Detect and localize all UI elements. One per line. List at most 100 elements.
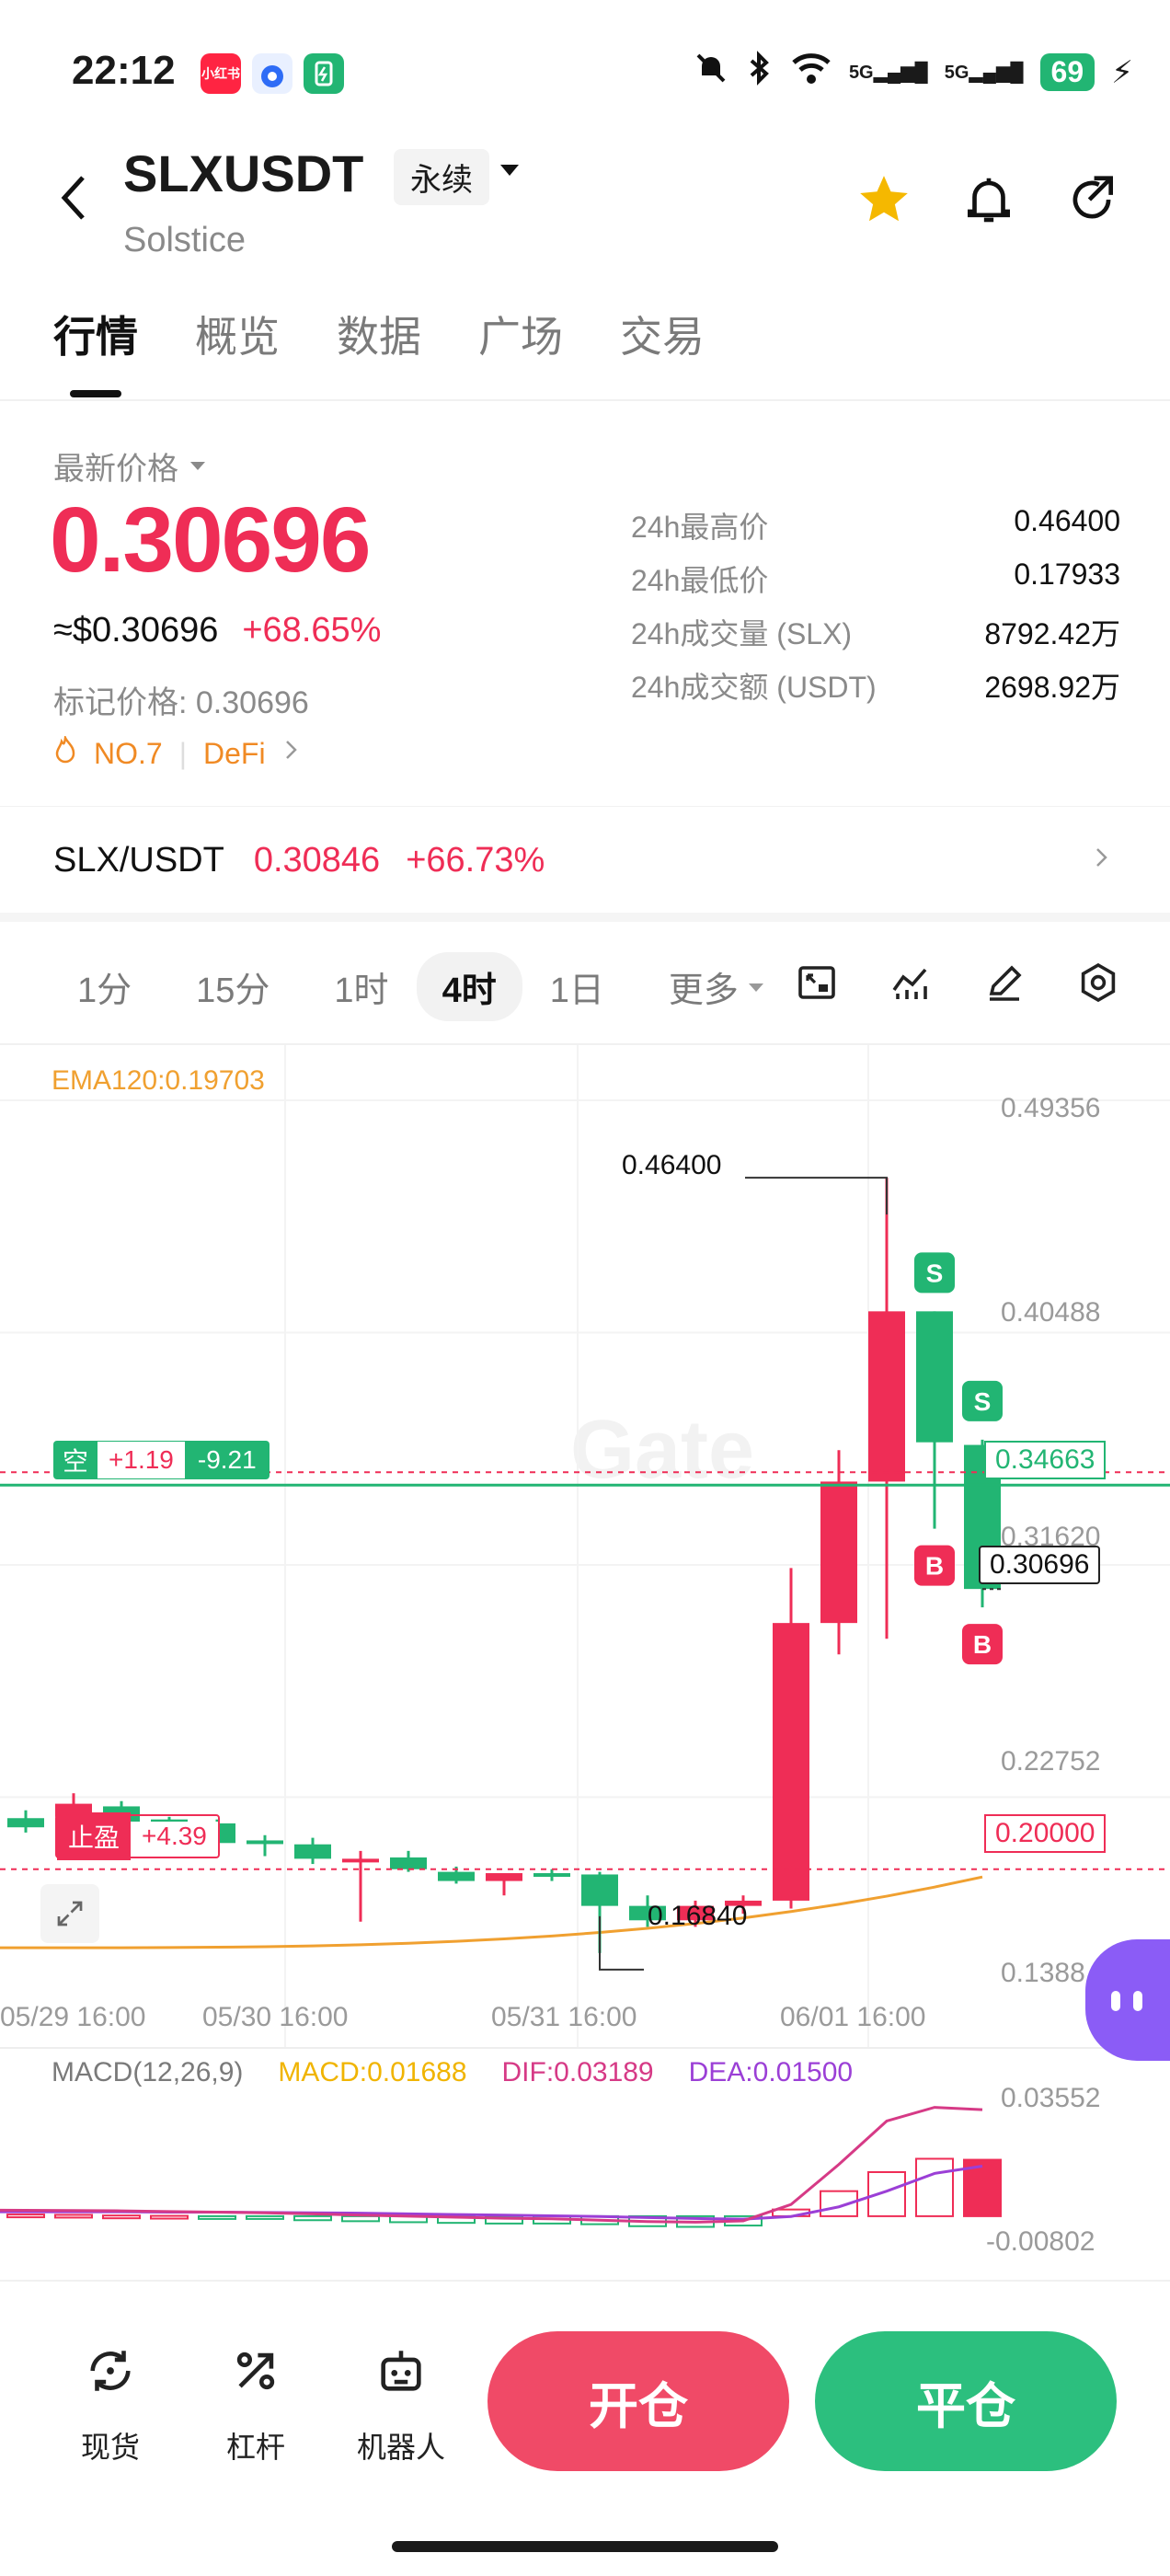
fire-icon — [53, 733, 77, 771]
candle-body — [7, 1818, 44, 1828]
x-tick-label: 05/29 16:00 — [0, 2002, 146, 2032]
marker-label: S — [974, 1387, 992, 1416]
marker-label: B — [925, 1552, 944, 1581]
macd-bar — [915, 2157, 954, 2217]
charging-icon: ⚡ — [1111, 54, 1133, 90]
expand-icon[interactable] — [40, 1884, 99, 1943]
latest-price-selector[interactable]: 最新价格 — [53, 443, 208, 489]
candle-body — [342, 1858, 379, 1863]
last-price-tag: 0.30696 — [979, 1546, 1101, 1584]
chart-mode-icon[interactable] — [795, 960, 839, 1015]
share-icon[interactable] — [1063, 171, 1120, 242]
timeframe-1d[interactable]: 1日 — [550, 952, 604, 1021]
dea-value: DEA:0.01500 — [688, 2057, 854, 2087]
timeframe-1h[interactable]: 1时 — [297, 952, 388, 1021]
candle-body — [868, 1311, 905, 1482]
back-icon[interactable] — [55, 170, 92, 238]
timeframe-1m[interactable]: 1分 — [50, 952, 132, 1021]
ema-indicator-label: EMA120:0.19703 — [52, 1065, 265, 1096]
macd-bar — [341, 2214, 380, 2223]
short-position-label[interactable]: 空 +1.19 -9.21 — [53, 1441, 270, 1479]
position-side: 空 — [63, 1447, 89, 1476]
macd-value: MACD:0.01688 — [278, 2057, 467, 2087]
tab-market[interactable]: 行情 — [53, 304, 138, 364]
ema-line — [0, 1875, 983, 1949]
x-tick-label: 06/01 16:00 — [780, 2002, 926, 2032]
home-indicator[interactable] — [392, 2541, 778, 2552]
macd-bar — [6, 2214, 45, 2219]
tab-indicator — [70, 390, 121, 397]
divider — [0, 806, 1170, 807]
candle-body — [247, 1840, 283, 1845]
battery-level: 69 — [1039, 53, 1095, 91]
x-tick-label: 05/30 16:00 — [202, 2002, 349, 2032]
indicator-icon[interactable] — [889, 960, 933, 1015]
candlestick-chart[interactable]: Gate S B S B — [0, 1045, 1170, 2282]
stat-high: 24h最高价 0.46400 — [631, 504, 1120, 544]
rank-tag[interactable]: NO.7 — [94, 737, 163, 771]
open-position-button[interactable]: 开仓 — [488, 2331, 789, 2471]
chevron-down-icon — [188, 448, 208, 484]
y-tick-label: 0.40488 — [1001, 1297, 1101, 1328]
position-pnl-pct: -9.21 — [197, 1445, 257, 1474]
macd-legend: MACD(12,26,9) MACD:0.01688 DIF:0.03189 D… — [52, 2057, 853, 2088]
chevron-down-icon[interactable] — [497, 156, 522, 190]
contract-type-selector[interactable]: 永续 — [394, 149, 489, 205]
nav-leverage[interactable]: 杠杆 — [191, 2344, 320, 2467]
stats-panel: 24h最高价 0.46400 24h最低价 0.17933 24h成交量 (SLX)… — [631, 504, 1120, 718]
main-tabs: 行情 概览 数据 广场 交易 — [53, 304, 705, 364]
candle-body — [916, 1311, 953, 1443]
tab-square[interactable]: 广场 — [478, 304, 563, 364]
star-icon[interactable] — [855, 171, 912, 242]
macd-y-tick: 0.03552 — [1001, 2083, 1101, 2113]
macd-bar — [198, 2214, 236, 2220]
y-tick-label: 0.1388 — [1001, 1958, 1085, 1988]
status-indicators: 5G▂▄▆█ 5G▂▄▆█ 69 ⚡ — [693, 50, 1133, 95]
y-tick-label: 0.22752 — [1001, 1746, 1101, 1777]
xiaohongshu-app-icon: 小红书 — [201, 53, 241, 94]
timeframe-bar: 1分 15分 1时 4时 1日 更多 — [50, 952, 766, 1021]
spot-pair-price: 0.30846 — [253, 841, 381, 880]
page-title: SLXUSDT — [123, 144, 364, 202]
spot-icon — [46, 2344, 175, 2409]
tag-separator: | — [178, 736, 187, 770]
section-divider — [0, 913, 1170, 922]
low-leader-line — [599, 1915, 644, 1971]
tab-data[interactable]: 数据 — [337, 304, 421, 364]
timeframe-4h[interactable]: 4时 — [416, 952, 522, 1021]
nav-spot[interactable]: 现货 — [46, 2344, 175, 2467]
chevron-right-icon[interactable] — [282, 736, 301, 771]
usd-price: ≈$0.30696 — [53, 611, 219, 650]
spot-pair-name: SLX/USDT — [53, 841, 224, 880]
high-price-label: 0.46400 — [622, 1150, 722, 1180]
stat-low: 24h最低价 0.17933 — [631, 558, 1120, 597]
assistant-bubble-icon[interactable] — [1085, 1939, 1170, 2061]
close-position-button[interactable]: 平仓 — [815, 2331, 1117, 2471]
macd-y-tick: -0.00802 — [986, 2226, 1095, 2257]
take-profit-label[interactable]: 止盈 +4.39 — [55, 1812, 220, 1860]
y-tick-label: 0.49356 — [1001, 1093, 1101, 1123]
marker-label: B — [973, 1630, 992, 1659]
wifi-icon — [790, 50, 832, 95]
status-time: 22:12 — [72, 48, 176, 93]
tab-overview[interactable]: 概览 — [195, 304, 280, 364]
spot-pair-link[interactable]: SLX/USDT 0.30846 +66.73% — [53, 841, 1111, 880]
draw-icon[interactable] — [982, 960, 1027, 1015]
bell-icon[interactable] — [960, 171, 1017, 242]
candle-body — [294, 1844, 331, 1859]
macd-bar — [293, 2214, 332, 2222]
position-price-tag: 0.34663 — [984, 1441, 1107, 1479]
macd-params: MACD(12,26,9) — [52, 2057, 244, 2087]
nav-robot[interactable]: 机器人 — [337, 2344, 465, 2467]
timeframe-15m[interactable]: 15分 — [159, 952, 270, 1021]
position-pnl: +1.19 — [98, 1442, 185, 1478]
settings-icon[interactable] — [1076, 960, 1120, 1015]
timeframe-more[interactable]: 更多 — [632, 952, 766, 1021]
macd-pane — [0, 2106, 1002, 2228]
category-tag[interactable]: DeFi — [203, 737, 266, 771]
ema-curve — [0, 1875, 983, 1949]
tab-trade[interactable]: 交易 — [620, 304, 705, 364]
macd-bar — [246, 2214, 284, 2220]
stat-volume: 24h成交量 (SLX) 8792.42万 — [631, 617, 1120, 650]
spot-pair-change: +66.73% — [406, 841, 545, 880]
